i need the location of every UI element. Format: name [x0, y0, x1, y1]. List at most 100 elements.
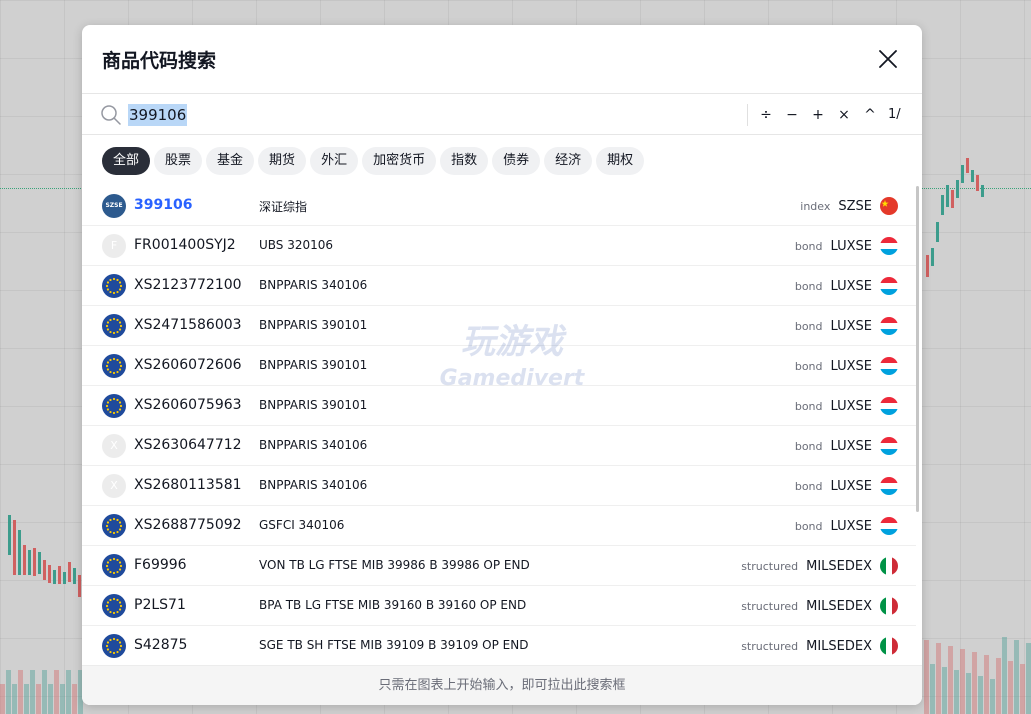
eu-stars-icon	[102, 594, 126, 618]
result-symbol: XS2123772100	[134, 277, 242, 293]
power-button[interactable]: ^	[861, 104, 879, 126]
result-exchange: LUXSE	[830, 398, 872, 414]
result-type: structured	[741, 639, 799, 653]
result-description: VON TB LG FTSE MIB 39986 B 39986 OP END	[259, 558, 530, 572]
result-type: bond	[794, 279, 823, 293]
country-flag-icon	[880, 317, 898, 335]
divide-button[interactable]: ÷	[757, 104, 775, 126]
search-input[interactable]	[128, 104, 728, 126]
filter-tab[interactable]: 期权	[596, 147, 645, 175]
result-row[interactable]: XS2471586003 BNPPARIS 390101 bond LUXSE	[82, 306, 916, 346]
country-flag-icon	[880, 477, 898, 495]
result-exchange: MILSEDEX	[806, 638, 872, 654]
filter-tab[interactable]: 经济	[544, 147, 593, 175]
result-row[interactable]: XS2606072606 BNPPARIS 390101 bond LUXSE	[82, 346, 916, 386]
symbol-logo	[102, 354, 126, 378]
result-meta: structured MILSEDEX	[741, 556, 898, 576]
subtract-button[interactable]: −	[783, 104, 801, 126]
results-scrollbar[interactable]	[916, 186, 919, 512]
eu-stars-icon	[102, 554, 126, 578]
dialog-header: 商品代码搜索	[82, 25, 922, 93]
result-meta: bond LUXSE	[795, 276, 898, 296]
result-row[interactable]: S42875 SGE TB SH FTSE MIB 39109 B 39109 O…	[82, 626, 916, 665]
country-flag-icon	[880, 357, 898, 375]
result-row[interactable]: SZSE 399106 深证综指 index SZSE	[82, 186, 916, 226]
result-row[interactable]: XS2606075963 BNPPARIS 390101 bond LUXSE	[82, 386, 916, 426]
filter-tab[interactable]: 指数	[440, 147, 489, 175]
country-flag-icon	[880, 597, 898, 615]
symbol-search-dialog: 商品代码搜索 399106 ÷ − + × ^ 1/ 全部 股票 基金 期货 外汇 加密货…	[82, 25, 922, 705]
result-exchange: MILSEDEX	[806, 598, 872, 614]
eu-stars-icon	[102, 634, 126, 658]
search-bar: 399106 ÷ − + × ^ 1/	[82, 93, 922, 135]
filter-tab[interactable]: 基金	[206, 147, 255, 175]
result-row[interactable]: XS2688775092 GSFCI 340106 bond LUXSE	[82, 506, 916, 546]
symbol-logo: X	[102, 434, 126, 458]
result-exchange: SZSE	[838, 198, 872, 214]
result-meta: bond LUXSE	[795, 236, 898, 256]
result-type: bond	[794, 399, 823, 413]
result-symbol: XS2471586003	[134, 317, 242, 333]
filter-tab[interactable]: 加密货币	[362, 147, 437, 175]
result-description: 深证综指	[259, 200, 308, 214]
calc-separator	[747, 104, 748, 126]
result-description: BNPPARIS 390101	[259, 318, 368, 332]
country-flag-icon	[880, 437, 898, 455]
result-row[interactable]: F69996 VON TB LG FTSE MIB 39986 B 39986 O…	[82, 546, 916, 586]
result-type: bond	[794, 359, 823, 373]
result-description: GSFCI 340106	[259, 518, 345, 532]
result-row[interactable]: P2LS71 BPA TB LG FTSE MIB 39160 B 39160 O…	[82, 586, 916, 626]
filter-tab[interactable]: 全部	[102, 147, 151, 175]
result-type: index	[800, 199, 831, 213]
result-exchange: LUXSE	[830, 478, 872, 494]
result-type: bond	[794, 519, 823, 533]
multiply-button[interactable]: ×	[835, 104, 853, 126]
result-description: UBS 320106	[259, 238, 334, 252]
filter-tab[interactable]: 外汇	[310, 147, 359, 175]
results-list: SZSE 399106 深证综指 index SZSE F FR001400SYJ2 UBS …	[82, 186, 916, 665]
filter-tab[interactable]: 期货	[258, 147, 307, 175]
result-exchange: MILSEDEX	[806, 558, 872, 574]
result-row[interactable]: XS2123772100 BNPPARIS 340106 bond LUXSE	[82, 266, 916, 306]
result-type: bond	[794, 319, 823, 333]
symbol-logo	[102, 514, 126, 538]
result-meta: index SZSE	[800, 196, 898, 216]
result-symbol: XS2630647712	[134, 437, 242, 453]
filter-tab[interactable]: 债券	[492, 147, 541, 175]
eu-stars-icon	[102, 314, 126, 338]
country-flag-icon	[880, 197, 898, 215]
result-meta: structured MILSEDEX	[741, 636, 898, 656]
symbol-logo: X	[102, 474, 126, 498]
result-meta: bond LUXSE	[795, 476, 898, 496]
country-flag-icon	[880, 517, 898, 535]
result-exchange: LUXSE	[830, 518, 872, 534]
result-type: structured	[741, 599, 799, 613]
result-description: BNPPARIS 340106	[259, 438, 368, 452]
result-exchange: LUXSE	[830, 238, 872, 254]
filter-tab[interactable]: 股票	[154, 147, 203, 175]
country-flag-icon	[880, 277, 898, 295]
add-button[interactable]: +	[809, 104, 827, 126]
result-symbol: S42875	[134, 637, 188, 653]
result-exchange: LUXSE	[830, 438, 872, 454]
result-symbol: XS2606075963	[134, 397, 242, 413]
result-row[interactable]: F FR001400SYJ2 UBS 320106 bond LUXSE	[82, 226, 916, 266]
result-row[interactable]: X XS2680113581 BNPPARIS 340106 bond LUXSE	[82, 466, 916, 506]
eu-stars-icon	[102, 354, 126, 378]
result-meta: bond LUXSE	[795, 516, 898, 536]
result-description: BPA TB LG FTSE MIB 39160 B 39160 OP END	[259, 598, 527, 612]
country-flag-icon	[880, 637, 898, 655]
result-symbol: XS2606072606	[134, 357, 242, 373]
filter-tabs: 全部 股票 基金 期货 外汇 加密货币 指数 债券 经济 期权	[102, 147, 645, 175]
result-exchange: LUXSE	[830, 278, 872, 294]
search-icon	[101, 105, 121, 125]
result-meta: bond LUXSE	[795, 356, 898, 376]
result-meta: bond LUXSE	[795, 316, 898, 336]
result-type: bond	[794, 479, 823, 493]
close-button[interactable]	[878, 49, 898, 69]
symbol-logo	[102, 394, 126, 418]
footer-hint: 只需在图表上开始输入，即可拉出此搜索框	[82, 665, 922, 705]
result-exchange: LUXSE	[830, 358, 872, 374]
eu-stars-icon	[102, 274, 126, 298]
result-row[interactable]: X XS2630647712 BNPPARIS 340106 bond LUXSE	[82, 426, 916, 466]
